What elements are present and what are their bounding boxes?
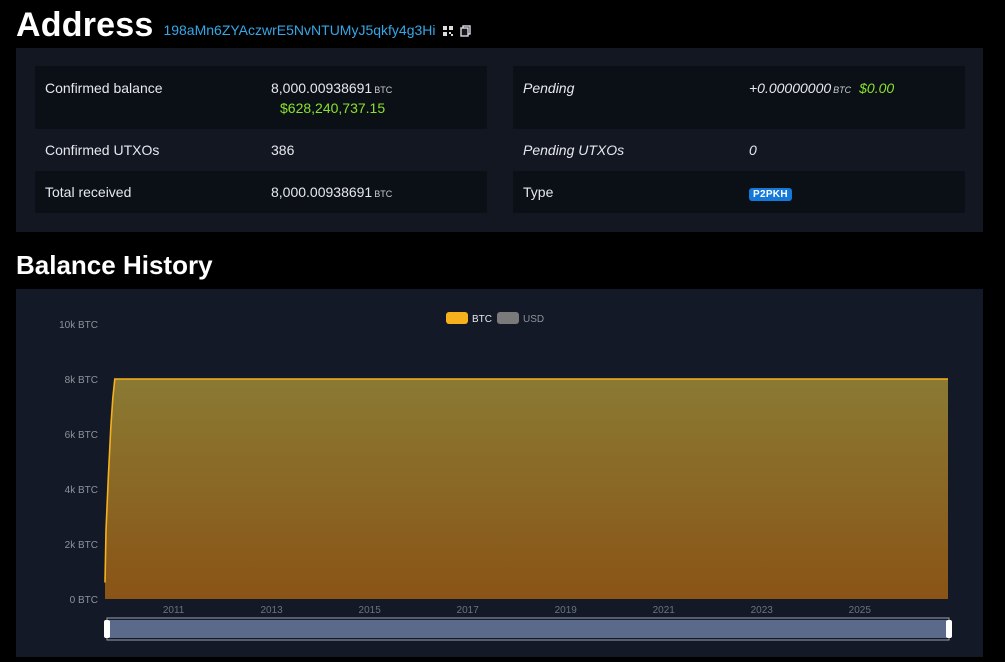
- address-hash-link[interactable]: 198aMn6ZYAczwrE5NvNTUMyJ5qkfy4g3Hi: [163, 22, 435, 38]
- type-row: Type P2PKH: [513, 171, 965, 213]
- y-tick-label: 10k BTC: [59, 320, 98, 331]
- balance-history-title: Balance History: [16, 250, 213, 280]
- y-tick-label: 0 BTC: [70, 595, 98, 606]
- chart-legend: BTC USD: [446, 312, 544, 325]
- confirmed-balance-row: Confirmed balance 8,000.00938691 BTC $628…: [35, 66, 487, 129]
- total-received-value: 8,000.00938691 BTC: [271, 184, 393, 200]
- address-summary-panel: Confirmed balance 8,000.00938691 BTC $628…: [16, 48, 983, 232]
- zoom-right-handle[interactable]: [946, 620, 952, 638]
- balance-history-chart-panel: BTC USD 0 BTC 2k BTC 4k BTC 6k BTC 8k BTC 10k…: [16, 289, 983, 657]
- legend-btc-label[interactable]: BTC: [472, 314, 492, 325]
- pending-utxos-label: Pending UTXOs: [523, 142, 625, 158]
- x-tick-label: 2013: [261, 605, 284, 616]
- x-tick-label: 2017: [457, 605, 480, 616]
- y-tick-label: 2k BTC: [65, 540, 98, 551]
- btc-balance-area: [105, 379, 948, 599]
- confirmed-balance-usd: $628,240,737.15: [280, 100, 386, 116]
- total-received-label: Total received: [45, 184, 132, 200]
- legend-usd-swatch[interactable]: [497, 312, 519, 324]
- address-type-badge: P2PKH: [749, 188, 792, 201]
- qr-code-icon[interactable]: [442, 24, 454, 36]
- pending-usd: $0.00: [859, 80, 895, 96]
- pending-row: Pending +0.00000000 BTC $0.00: [513, 66, 965, 129]
- pending-value: +0.00000000 BTC $0.00: [749, 80, 895, 96]
- btc-unit: BTC: [374, 85, 393, 95]
- x-tick-label: 2019: [555, 605, 578, 616]
- btc-unit: BTC: [833, 85, 852, 95]
- page-title: Address: [16, 5, 154, 44]
- summary-left-column: Confirmed balance 8,000.00938691 BTC $628…: [35, 66, 487, 213]
- address-header: Address 198aMn6ZYAczwrE5NvNTUMyJ5qkfy4g3…: [16, 4, 472, 46]
- x-tick-label: 2011: [163, 605, 185, 616]
- x-axis-ticks: 2011 2013 2015 2017 2019 2021 2023 2025: [163, 605, 871, 616]
- y-tick-label: 4k BTC: [65, 485, 98, 496]
- pending-label: Pending: [523, 80, 575, 96]
- copy-icon[interactable]: [459, 24, 472, 37]
- type-label: Type: [523, 184, 554, 200]
- x-tick-label: 2015: [359, 605, 382, 616]
- confirmed-balance-label: Confirmed balance: [45, 80, 163, 96]
- x-tick-label: 2023: [751, 605, 774, 616]
- pending-utxos-value: 0: [749, 142, 757, 158]
- legend-usd-label[interactable]: USD: [523, 314, 544, 325]
- balance-history-chart[interactable]: BTC USD 0 BTC 2k BTC 4k BTC 6k BTC 8k BTC 10k…: [16, 289, 983, 657]
- confirmed-utxos-value: 386: [271, 142, 295, 158]
- btc-unit: BTC: [374, 189, 393, 199]
- total-received-row: Total received 8,000.00938691 BTC: [35, 171, 487, 213]
- confirmed-utxos-label: Confirmed UTXOs: [45, 142, 160, 158]
- pending-utxos-row: Pending UTXOs 0: [513, 129, 965, 171]
- x-tick-label: 2021: [653, 605, 676, 616]
- zoom-slider-window[interactable]: [109, 620, 947, 638]
- x-tick-label: 2025: [849, 605, 872, 616]
- summary-right-column: Pending +0.00000000 BTC $0.00 Pending UTXO…: [513, 66, 965, 213]
- y-tick-label: 8k BTC: [65, 375, 98, 386]
- y-axis-ticks: 0 BTC 2k BTC 4k BTC 6k BTC 8k BTC 10k BTC: [59, 320, 98, 606]
- legend-btc-swatch[interactable]: [446, 312, 468, 324]
- zoom-left-handle[interactable]: [104, 620, 110, 638]
- confirmed-balance-value: 8,000.00938691 BTC: [271, 80, 393, 96]
- data-zoom-slider[interactable]: [104, 617, 952, 641]
- y-tick-label: 6k BTC: [65, 430, 98, 441]
- confirmed-utxos-row: Confirmed UTXOs 386: [35, 129, 487, 171]
- type-value: P2PKH: [749, 184, 792, 201]
